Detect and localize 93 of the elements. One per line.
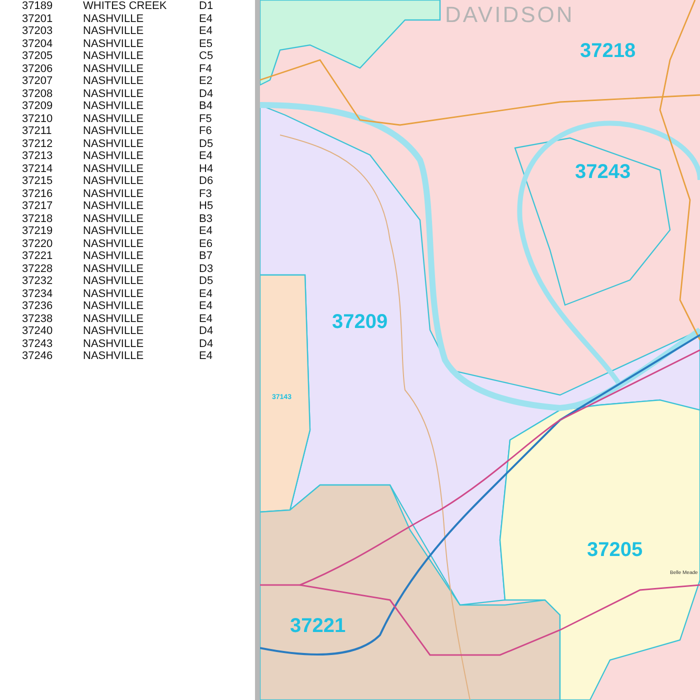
county-label: DAVIDSON <box>445 2 574 27</box>
grid-reference: E4 <box>199 350 214 362</box>
city-name: NASHVILLE <box>82 250 145 262</box>
grid-reference: D4 <box>199 88 214 100</box>
grid-reference: E6 <box>199 238 214 250</box>
grid-reference: H5 <box>199 200 214 212</box>
zip-code: 37234 <box>21 288 54 300</box>
city-name: NASHVILLE <box>82 200 145 212</box>
city-name: NASHVILLE <box>82 275 145 288</box>
zip-code: 37238 <box>21 312 54 325</box>
zip-code: 37208 <box>21 88 54 100</box>
zip-label: 37243 <box>575 161 631 183</box>
grid-reference: D3 <box>199 262 214 275</box>
city-name: NASHVILLE <box>82 150 145 162</box>
zip-code: 37215 <box>21 175 54 188</box>
city-name: NASHVILLE <box>82 225 145 238</box>
grid-reference: E5 <box>199 38 214 50</box>
city-name: NASHVILLE <box>82 62 145 75</box>
city-name: NASHVILLE <box>82 38 145 50</box>
zip-code: 37220 <box>21 238 54 250</box>
grid-reference: E4 <box>199 225 214 238</box>
zip-label: 37218 <box>580 40 636 62</box>
city-name: NASHVILLE <box>82 162 145 175</box>
zip-code: 37236 <box>21 300 54 312</box>
zip-label: 37205 <box>587 539 643 561</box>
zip-code: 37213 <box>21 150 54 162</box>
grid-reference: B7 <box>199 250 214 262</box>
zip-code: 37203 <box>21 25 54 38</box>
city-name: NASHVILLE <box>82 25 145 38</box>
city-name: NASHVILLE <box>82 125 145 138</box>
city-name: NASHVILLE <box>82 262 145 275</box>
zip-code: 37240 <box>21 325 54 338</box>
zip-code: 37246 <box>21 350 54 362</box>
zip-code: 37209 <box>21 100 54 112</box>
zip-code: 37201 <box>21 12 54 25</box>
grid-reference: D4 <box>199 325 214 338</box>
zip-code: 37206 <box>21 62 54 75</box>
grid-reference: H4 <box>199 162 214 175</box>
grid-reference: D5 <box>199 275 214 288</box>
zip-code: 37218 <box>21 212 54 225</box>
zip-code: 37217 <box>21 200 54 212</box>
city-name: NASHVILLE <box>82 238 145 250</box>
city-name: NASHVILLE <box>82 112 145 125</box>
grid-reference: F5 <box>199 112 213 125</box>
grid-reference: E4 <box>199 312 214 325</box>
zip-code: 37219 <box>21 225 54 238</box>
zip-code: 37189 <box>21 0 54 12</box>
grid-reference: C5 <box>199 50 214 62</box>
city-name: NASHVILLE <box>82 325 145 338</box>
city-name: NASHVILLE <box>82 312 145 325</box>
grid-reference: D1 <box>199 0 214 12</box>
zip-code: 37232 <box>21 275 54 288</box>
city-name: NASHVILLE <box>82 212 145 225</box>
zip-code: 37228 <box>21 262 54 275</box>
city-name: NASHVILLE <box>82 100 145 112</box>
city-name: NASHVILLE <box>82 50 145 62</box>
zip-code: 37205 <box>21 50 54 62</box>
city-name: NASHVILLE <box>82 350 145 362</box>
grid-reference: B4 <box>199 100 214 112</box>
zip-code: 37212 <box>21 138 54 150</box>
city-name: NASHVILLE <box>82 300 145 312</box>
grid-reference: E4 <box>199 12 214 25</box>
zip-code: 37204 <box>21 38 54 50</box>
grid-reference: D6 <box>199 175 214 188</box>
grid-reference: E4 <box>199 150 214 162</box>
zip-code: 37207 <box>21 75 54 88</box>
grid-reference: F3 <box>199 188 213 200</box>
grid-reference: D5 <box>199 138 214 150</box>
zip-code: 37216 <box>21 188 54 200</box>
city-name: NASHVILLE <box>82 188 145 200</box>
grid-reference: F4 <box>199 62 213 75</box>
city-name: NASHVILLE <box>82 88 145 100</box>
city-name: NASHVILLE <box>82 338 145 350</box>
zip-code: 37214 <box>21 162 54 175</box>
zip-code: 37210 <box>21 112 54 125</box>
grid-reference: D4 <box>199 338 214 350</box>
zip-code: 37243 <box>21 338 54 350</box>
grid-reference: B3 <box>199 212 214 225</box>
zip-label: 37209 <box>332 311 388 333</box>
grid-reference: E4 <box>199 300 214 312</box>
city-name: NASHVILLE <box>82 288 145 300</box>
grid-reference: E4 <box>199 25 214 38</box>
zip-code: 37221 <box>21 250 54 262</box>
city-name: NASHVILLE <box>82 175 145 188</box>
city-name: NASHVILLE <box>82 138 145 150</box>
zip-label: 37221 <box>290 615 346 637</box>
grid-reference: E4 <box>199 288 214 300</box>
city-name: NASHVILLE <box>82 75 145 88</box>
city-name: WHITES CREEK <box>82 0 168 12</box>
city-name: NASHVILLE <box>82 12 145 25</box>
grid-reference: E2 <box>199 75 214 88</box>
grid-reference: F6 <box>199 125 213 138</box>
zip-code: 37211 <box>21 125 53 138</box>
